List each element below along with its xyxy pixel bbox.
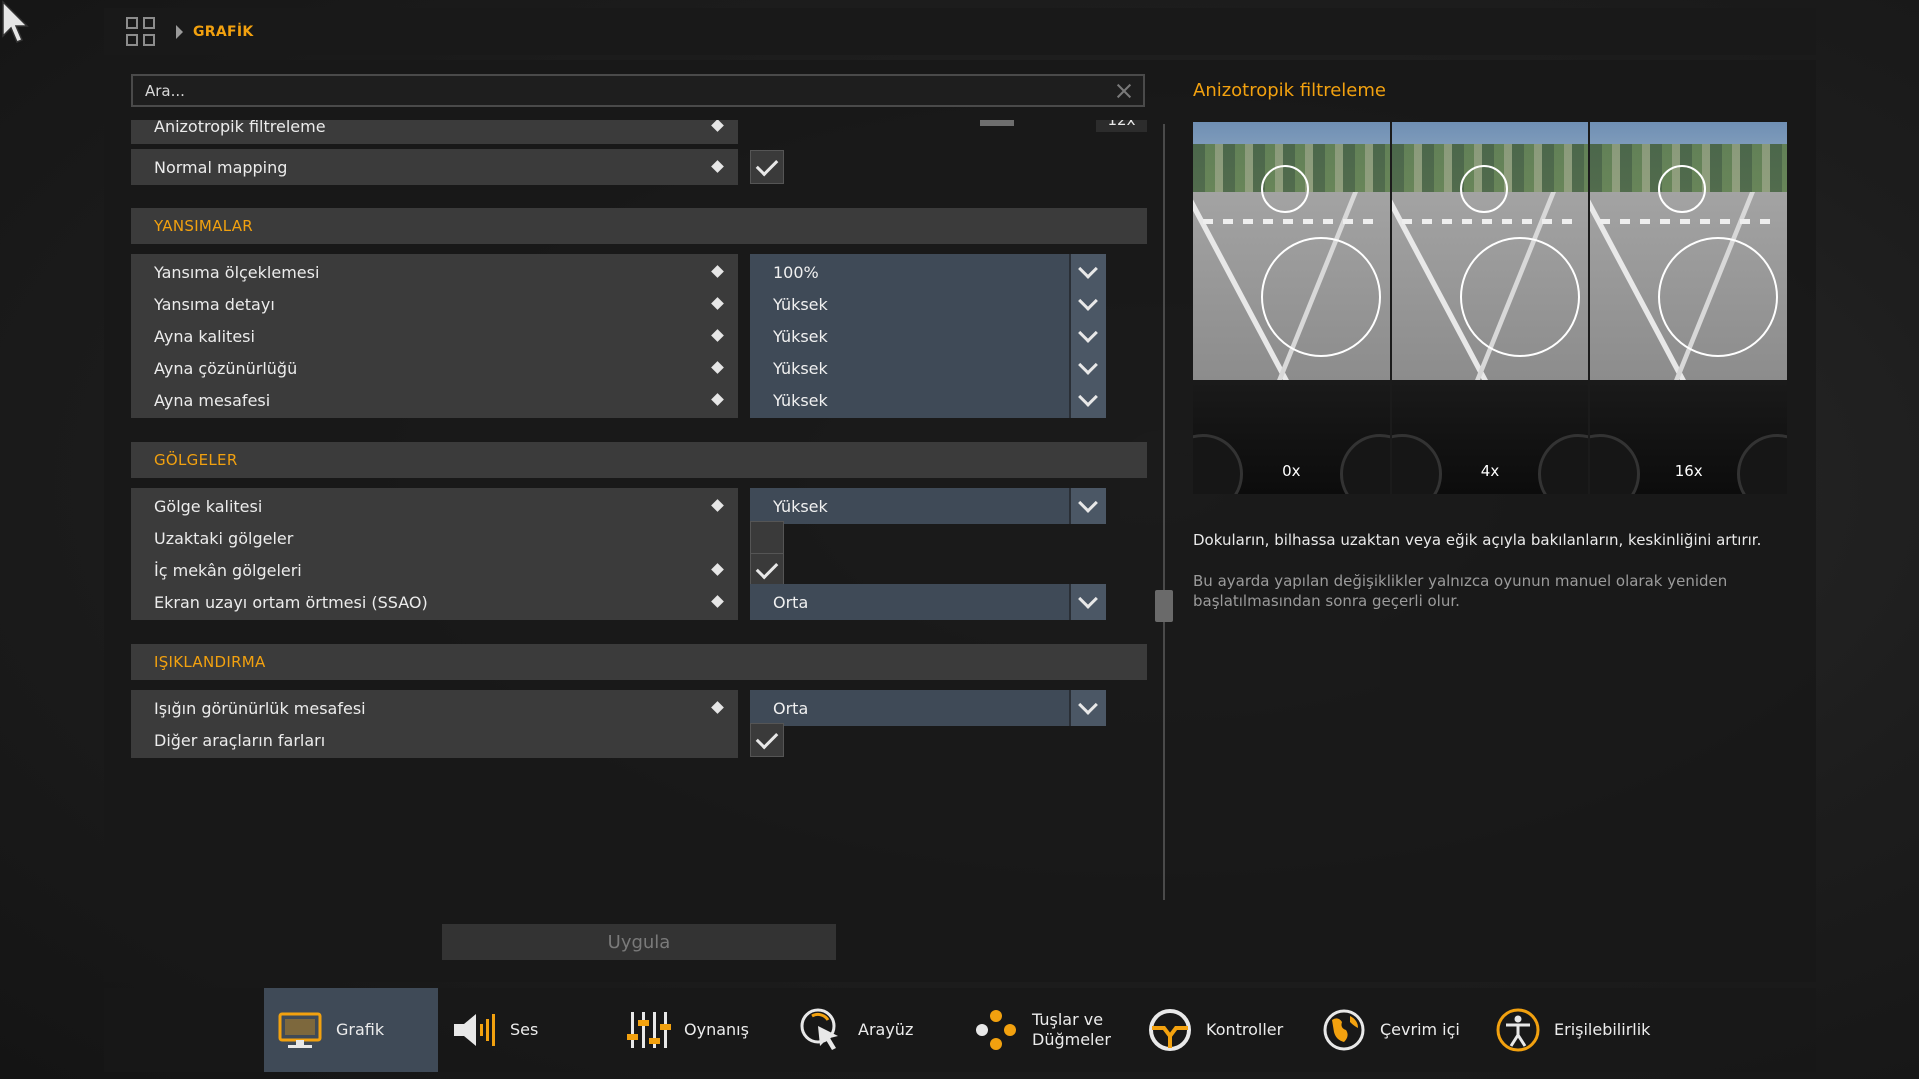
changed-marker-icon [711,499,724,512]
changed-marker-icon [711,160,724,173]
mouse-cursor-icon [2,0,29,43]
slider-value: 12x [1096,120,1147,132]
chevron-down-icon[interactable] [1069,350,1106,386]
search-box[interactable] [131,74,1145,107]
chevron-down-icon[interactable] [1069,286,1106,322]
scrollbar-thumb[interactable] [1155,590,1173,622]
changed-marker-icon [711,361,724,374]
nav-kontroller[interactable]: Kontroller [1134,988,1308,1072]
changed-marker-icon [711,120,724,132]
nav-erisilebilirlik[interactable]: Erişilebilirlik [1482,988,1656,1072]
preview-pane: 0x [1193,122,1390,494]
steering-wheel-icon [1149,1009,1191,1051]
breadcrumb-current[interactable]: GRAFİK [193,24,254,40]
grid-menu-icon[interactable] [126,16,156,47]
top-bar: GRAFİK [104,8,1816,55]
breadcrumb-arrow-icon [176,24,183,39]
preview-caption: 16x [1674,462,1703,480]
chevron-down-icon[interactable] [1069,584,1106,620]
preview-caption: 4x [1480,462,1500,480]
changed-marker-icon [711,595,724,608]
accessibility-icon [1496,1008,1540,1052]
bottom-nav: Grafik Ses Oynanış Arayüz Tuşlar ve Düğm… [104,988,1816,1072]
setting-interior-shadows: İç mekân gölgeleri [131,552,1147,588]
normal-mapping-checkbox[interactable] [750,150,784,184]
chevron-down-icon[interactable] [1069,318,1106,354]
globe-icon [1323,1009,1365,1051]
clear-search-icon[interactable] [1117,84,1131,98]
mirror-resolution-select[interactable]: Yüksek [750,350,1106,386]
nav-oynanis[interactable]: Oynanış [612,988,786,1072]
setting-label: Anizotropik filtreleme [131,120,738,144]
chevron-down-icon[interactable] [1069,690,1106,726]
scrollbar-track[interactable] [1163,124,1165,900]
setting-ssao: Ekran uzayı ortam örtmesi (SSAO) Orta [131,584,1147,620]
slider-handle[interactable] [979,120,1014,126]
setting-distant-shadows: Uzaktaki gölgeler [131,520,1147,556]
mirror-distance-select[interactable]: Yüksek [750,382,1106,418]
setting-reflection-scale: Yansıma ölçeklemesi 100% [131,254,1147,290]
nav-cevrimici[interactable]: Çevrim içi [1308,988,1482,1072]
search-input[interactable] [145,81,1117,100]
shadow-quality-select[interactable]: Yüksek [750,488,1106,524]
changed-marker-icon [711,329,724,342]
reflection-detail-select[interactable]: Yüksek [750,286,1106,322]
other-headlights-checkbox[interactable] [750,723,784,757]
info-title: Anizotropik filtreleme [1193,80,1386,101]
settings-panel: Anizotropik filtreleme 12x Normal mappin… [104,60,1816,982]
section-reflections: YANSIMALAR [131,208,1147,244]
chevron-down-icon[interactable] [1069,382,1106,418]
info-description: Dokuların, bilhassa uzaktan veya eğik aç… [1193,531,1762,549]
setting-light-distance: Işığın görünürlük mesafesi Orta [131,690,1147,726]
preview-pane: 16x [1590,122,1788,494]
sliders-icon [627,1012,671,1048]
changed-marker-icon [711,265,724,278]
setting-normal-mapping: Normal mapping [131,149,1147,185]
light-distance-select[interactable]: Orta [750,690,1106,726]
monitor-icon [278,1012,322,1048]
speaker-icon [454,1014,495,1046]
changed-marker-icon [711,297,724,310]
chevron-down-icon[interactable] [1069,254,1106,290]
section-shadows: GÖLGELER [131,442,1147,478]
distant-shadows-checkbox[interactable] [750,521,784,555]
cursor-target-icon [800,1008,838,1050]
mirror-quality-select[interactable]: Yüksek [750,318,1106,354]
setting-mirror-resolution: Ayna çözünürlüğü Yüksek [131,350,1147,386]
nav-grafik[interactable]: Grafik [264,988,438,1072]
setting-shadow-quality: Gölge kalitesi Yüksek [131,488,1147,524]
setting-anisotropic: Anizotropik filtreleme 12x [131,120,1147,144]
gamepad-buttons-icon [976,1010,1016,1050]
nav-tuslar[interactable]: Tuşlar ve Düğmeler [960,988,1134,1072]
settings-list: Anizotropik filtreleme 12x Normal mappin… [131,120,1147,960]
setting-reflection-detail: Yansıma detayı Yüksek [131,286,1147,322]
section-lighting: IŞIKLANDIRMA [131,644,1147,680]
changed-marker-icon [711,701,724,714]
setting-other-headlights: Diğer araçların farları [131,722,1147,758]
preview-caption: 0x [1282,462,1301,480]
preview-image: 0x 4x 16x [1193,122,1788,494]
setting-mirror-quality: Ayna kalitesi Yüksek [131,318,1147,354]
ssao-select[interactable]: Orta [750,584,1106,620]
changed-marker-icon [711,563,724,576]
setting-mirror-distance: Ayna mesafesi Yüksek [131,382,1147,418]
nav-ses[interactable]: Ses [438,988,612,1072]
info-note: Bu ayarda yapılan değişiklikler yalnızca… [1193,572,1728,610]
changed-marker-icon [711,393,724,406]
interior-shadows-checkbox[interactable] [750,553,784,587]
preview-pane: 4x [1391,122,1589,494]
chevron-down-icon[interactable] [1069,488,1106,524]
apply-button[interactable]: Uygula [442,924,836,960]
nav-arayuz[interactable]: Arayüz [786,988,960,1072]
reflection-scale-select[interactable]: 100% [750,254,1106,290]
